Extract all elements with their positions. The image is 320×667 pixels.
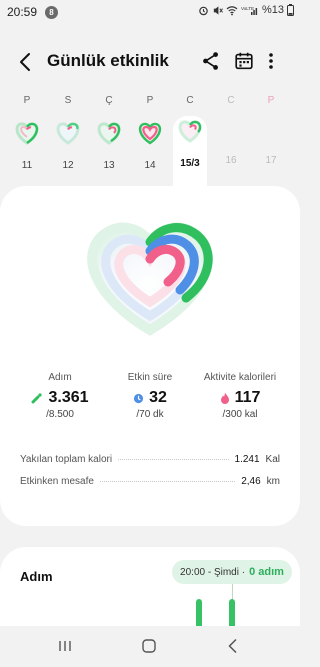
- wifi-icon: [226, 5, 238, 15]
- day-date: 15/3: [180, 158, 200, 169]
- svg-text:VoLTE: VoLTE: [241, 6, 254, 11]
- clock-icon: [134, 393, 144, 403]
- status-bar: 20:59 8 VoLTE %13: [0, 0, 300, 26]
- alarm-icon: [199, 6, 208, 15]
- battery-icon: [287, 4, 294, 16]
- steps-card-title: Adım: [20, 569, 53, 584]
- tooltip-time: 20:00 - Şimdi ·: [180, 566, 246, 578]
- active-time-value: 32: [149, 389, 167, 406]
- day-name: Ç: [105, 95, 113, 106]
- heart-ring-icon: [178, 120, 202, 143]
- day-name: C: [186, 95, 194, 106]
- day-name: P: [146, 95, 154, 106]
- day-date: 11: [21, 160, 33, 171]
- day-name: P: [23, 95, 31, 106]
- more-options-icon[interactable]: [264, 50, 278, 72]
- steps-value: 3.361: [48, 389, 89, 406]
- heart-ring-icon: [56, 122, 80, 145]
- flame-icon: [220, 392, 229, 404]
- distance-unit: km: [266, 476, 280, 487]
- steps-metric[interactable]: Adım 3.361 /8.500: [20, 372, 100, 420]
- day-date: 13: [103, 160, 115, 171]
- activity-summary-card: Adım 3.361 /8.500 Etkin süre 32 /70 dk A…: [0, 186, 300, 526]
- day-16: C 16: [214, 95, 248, 175]
- day-name: P: [267, 95, 275, 106]
- back-arrow-icon[interactable]: [14, 50, 38, 74]
- heart-ring-icon: [138, 122, 162, 145]
- total-calories-row: Yakılan toplam kalori 1.241 Kal: [20, 454, 280, 465]
- notification-badge: 8: [45, 6, 58, 19]
- day-14[interactable]: P 14: [133, 95, 167, 175]
- activity-heart-rings[interactable]: [80, 216, 220, 336]
- mute-icon: [213, 5, 223, 15]
- active-time-label: Etkin süre: [127, 372, 173, 383]
- day-date: 14: [144, 160, 156, 171]
- tooltip-value: 0 adım: [249, 566, 284, 578]
- share-icon[interactable]: [200, 50, 222, 72]
- total-calories-unit: Kal: [265, 454, 280, 465]
- day-11[interactable]: P 11: [10, 95, 44, 175]
- total-calories-value: 1.241: [234, 454, 260, 465]
- calories-value: 117: [234, 389, 261, 406]
- calories-metric[interactable]: Aktivite kalorileri 117 /300 kal: [190, 372, 290, 420]
- nav-back-icon[interactable]: [226, 638, 240, 654]
- total-calories-label: Yakılan toplam kalori: [20, 454, 113, 465]
- heart-ring-icon: [97, 122, 121, 145]
- active-time-goal: /70 dk: [136, 409, 164, 420]
- footprint-icon: [31, 393, 43, 404]
- day-date: 12: [62, 160, 74, 171]
- heart-ring-icon: [15, 122, 39, 145]
- day-12[interactable]: S 12: [51, 95, 85, 175]
- steps-tooltip: 20:00 - Şimdi · 0 adım: [172, 560, 292, 584]
- steps-goal: /8.500: [46, 409, 74, 420]
- day-name: S: [64, 95, 72, 106]
- status-time: 20:59: [7, 5, 38, 19]
- day-name: C: [227, 95, 235, 106]
- distance-value: 2,46: [241, 476, 261, 487]
- battery-percent: %13: [261, 4, 284, 16]
- day-date: 17: [265, 155, 277, 166]
- distance-row: Etkinken mesafe 2,46 km: [20, 476, 280, 487]
- active-time-metric[interactable]: Etkin süre 32 /70 dk: [110, 372, 190, 420]
- page-title: Günlük etkinlik: [47, 51, 169, 70]
- calendar-icon[interactable]: [233, 50, 255, 72]
- signal-icon: VoLTE: [241, 6, 258, 15]
- steps-label: Adım: [48, 372, 72, 383]
- day-date: 16: [225, 155, 237, 166]
- calories-goal: /300 kal: [222, 409, 258, 420]
- app-header: Günlük etkinlik: [0, 40, 300, 84]
- day-17: P 17: [254, 95, 288, 175]
- recent-apps-icon[interactable]: [58, 640, 72, 652]
- calories-label: Aktivite kalorileri: [203, 372, 277, 383]
- day-13[interactable]: Ç 13: [92, 95, 126, 175]
- home-icon[interactable]: [142, 639, 156, 653]
- distance-label: Etkinken mesafe: [20, 476, 94, 487]
- status-icons: VoLTE %13: [198, 4, 294, 16]
- system-nav-bar: [0, 626, 300, 667]
